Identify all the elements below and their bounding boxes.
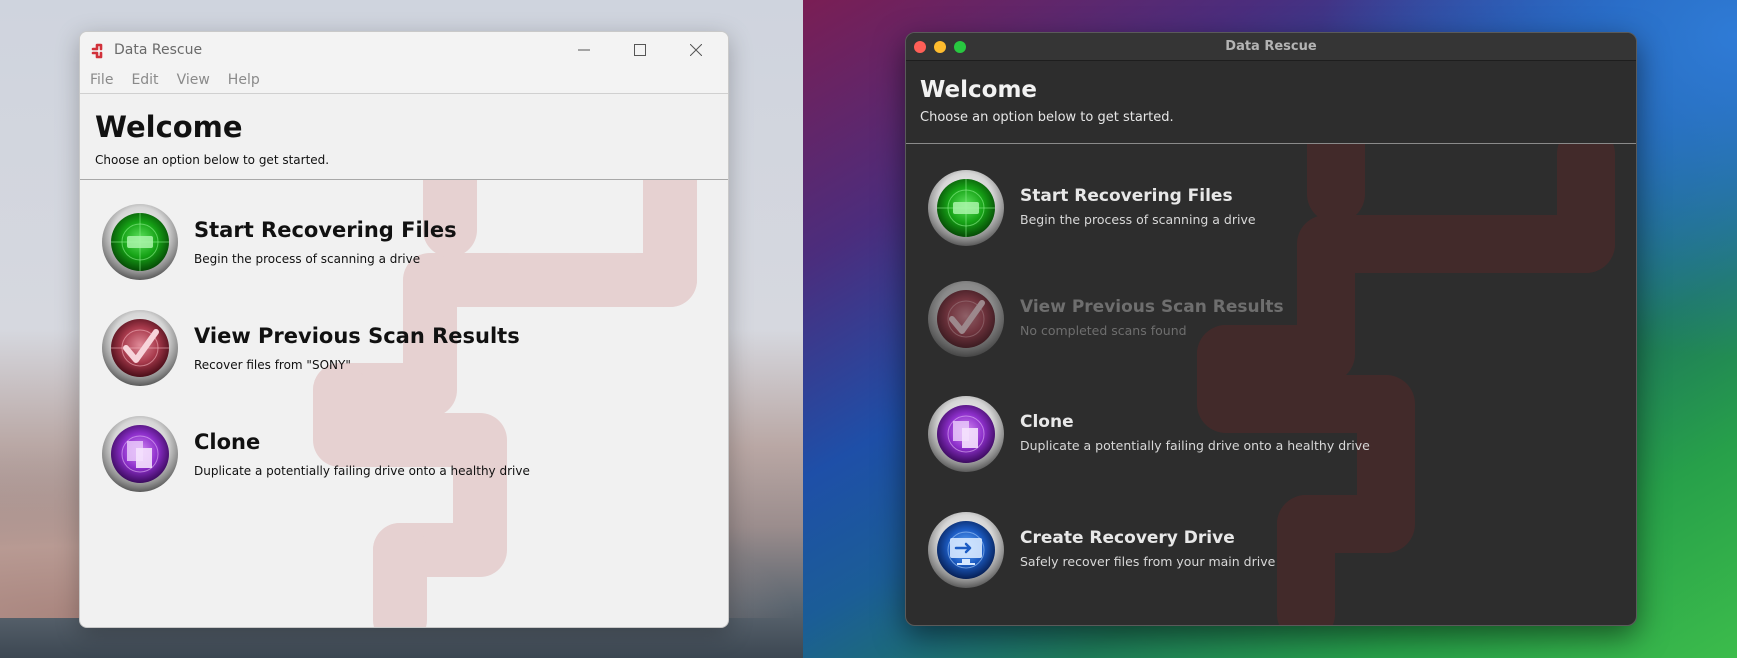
option-title: Start Recovering Files (194, 218, 457, 242)
option-subtitle: Safely recover files from your main driv… (1020, 554, 1276, 569)
welcome-title: Welcome (95, 110, 243, 144)
option-title: Start Recovering Files (1020, 186, 1233, 206)
option-title: View Previous Scan Results (1020, 297, 1284, 317)
data-rescue-logo-icon (91, 43, 103, 59)
welcome-header: Welcome Choose an option below to get st… (906, 61, 1636, 144)
window-title: Data Rescue (1225, 39, 1317, 54)
option-title: Clone (194, 430, 261, 454)
radar-checkmark-icon (928, 281, 1004, 357)
option-view-previous-scans[interactable]: View Previous Scan Results Recover files… (100, 308, 700, 388)
option-subtitle: No completed scans found (1020, 323, 1187, 338)
minimize-button[interactable] (564, 38, 604, 62)
maximize-button[interactable] (620, 38, 660, 62)
option-subtitle: Recover files from "SONY" (194, 358, 351, 372)
option-subtitle: Duplicate a potentially failing drive on… (1020, 438, 1370, 453)
mac-app-window: Data Rescue Welcome Choose an option bel… (905, 32, 1637, 626)
option-clone[interactable]: Clone Duplicate a potentially failing dr… (100, 414, 700, 494)
windows-app-window: Data Rescue File Edit View Help Welcome … (79, 31, 729, 628)
close-button[interactable] (676, 38, 716, 62)
windows-titlebar[interactable]: Data Rescue (80, 32, 728, 68)
menu-edit[interactable]: Edit (131, 68, 167, 93)
welcome-title: Welcome (920, 77, 1038, 103)
radar-green-icon (928, 170, 1004, 246)
welcome-header: Welcome Choose an option below to get st… (80, 94, 728, 180)
option-title: Clone (1020, 412, 1074, 432)
options-panel: Start Recovering Files Begin the process… (80, 180, 728, 627)
minimize-icon (578, 49, 590, 51)
menu-file[interactable]: File (90, 68, 122, 93)
radar-clone-icon (928, 396, 1004, 472)
menu-view[interactable]: View (177, 68, 219, 93)
welcome-subtitle: Choose an option below to get started. (920, 110, 1174, 125)
radar-clone-icon (102, 416, 178, 492)
option-subtitle: Begin the process of scanning a drive (1020, 212, 1256, 227)
option-start-recovering[interactable]: Start Recovering Files Begin the process… (100, 202, 700, 282)
close-icon (690, 44, 702, 56)
maximize-icon (634, 44, 646, 56)
mac-titlebar[interactable]: Data Rescue (906, 33, 1636, 61)
option-subtitle: Duplicate a potentially failing drive on… (194, 464, 530, 478)
option-create-recovery-drive[interactable]: Create Recovery Drive Safely recover fil… (926, 510, 1526, 590)
option-start-recovering[interactable]: Start Recovering Files Begin the process… (926, 168, 1526, 248)
option-title: View Previous Scan Results (194, 324, 520, 348)
menu-help[interactable]: Help (228, 68, 269, 93)
options-panel: Start Recovering Files Begin the process… (906, 144, 1636, 625)
radar-monitor-icon (928, 512, 1004, 588)
radar-green-icon (102, 204, 178, 280)
window-title: Data Rescue (114, 42, 203, 58)
option-view-previous-scans: View Previous Scan Results No completed … (926, 279, 1526, 359)
radar-checkmark-icon (102, 310, 178, 386)
menu-bar: File Edit View Help (80, 68, 728, 94)
option-clone[interactable]: Clone Duplicate a potentially failing dr… (926, 394, 1526, 474)
option-title: Create Recovery Drive (1020, 528, 1235, 548)
welcome-subtitle: Choose an option below to get started. (95, 152, 330, 167)
option-subtitle: Begin the process of scanning a drive (194, 252, 421, 266)
